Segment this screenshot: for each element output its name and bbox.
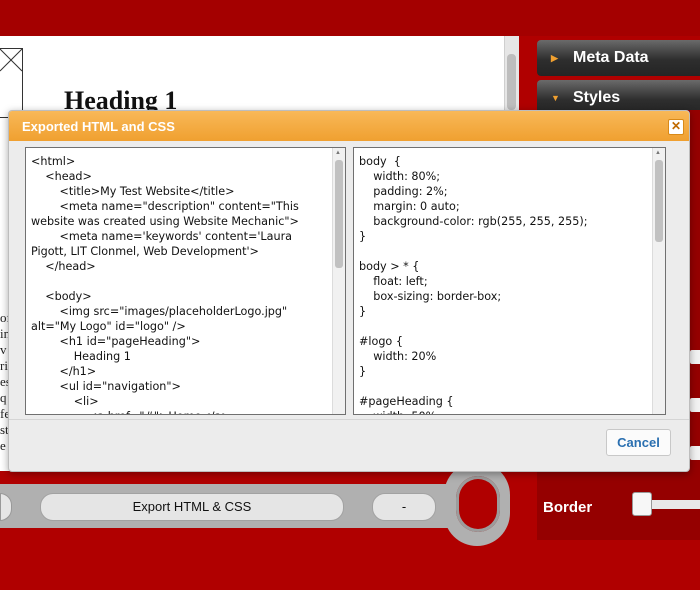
- dialog-divider: [9, 419, 689, 420]
- css-code[interactable]: body { width: 80%; padding: 2%; margin: …: [354, 148, 647, 414]
- html-code-pane[interactable]: <html> <head> <title>My Test Website</ti…: [25, 147, 346, 415]
- css-pane-scroll-thumb[interactable]: [655, 160, 663, 242]
- meta-data-button[interactable]: ▶ Meta Data: [537, 40, 700, 76]
- html-code[interactable]: <html> <head> <title>My Test Website</ti…: [26, 148, 327, 414]
- cancel-button[interactable]: Cancel: [606, 429, 671, 456]
- scroll-up-icon[interactable]: ▲: [655, 150, 661, 156]
- dialog-titlebar[interactable]: Exported HTML and CSS ✕: [9, 111, 689, 141]
- panel-input-edge[interactable]: [690, 350, 700, 364]
- scroll-up-icon[interactable]: ▲: [335, 150, 341, 156]
- top-strip: [0, 0, 700, 36]
- styles-label: Styles: [573, 89, 621, 106]
- triangle-right-icon: ▶: [551, 53, 558, 63]
- editor-scroll-thumb[interactable]: [507, 54, 516, 110]
- meta-data-label: Meta Data: [573, 49, 649, 66]
- dialog-title: Exported HTML and CSS: [22, 119, 175, 134]
- html-pane-scrollbar[interactable]: ▲: [332, 148, 345, 414]
- triangle-down-icon: ▼: [551, 93, 560, 103]
- wrench-icon: [456, 476, 500, 532]
- css-code-pane[interactable]: body { width: 80%; padding: 2%; margin: …: [353, 147, 666, 415]
- minus-button[interactable]: -: [372, 493, 436, 521]
- panel-input-edge[interactable]: [690, 446, 700, 460]
- panel-input-edge[interactable]: [690, 398, 700, 412]
- border-label: Border: [543, 499, 593, 516]
- logo-placeholder-cross: [0, 49, 22, 72]
- css-pane-scrollbar[interactable]: ▲: [652, 148, 665, 414]
- close-icon[interactable]: ✕: [668, 119, 684, 135]
- html-pane-scroll-thumb[interactable]: [335, 160, 343, 268]
- export-html-css-button[interactable]: Export HTML & CSS: [40, 493, 344, 521]
- border-slider-handle[interactable]: [632, 492, 652, 516]
- logo-placeholder: [0, 48, 23, 118]
- export-dialog: Exported HTML and CSS ✕ <html> <head> <t…: [8, 110, 690, 472]
